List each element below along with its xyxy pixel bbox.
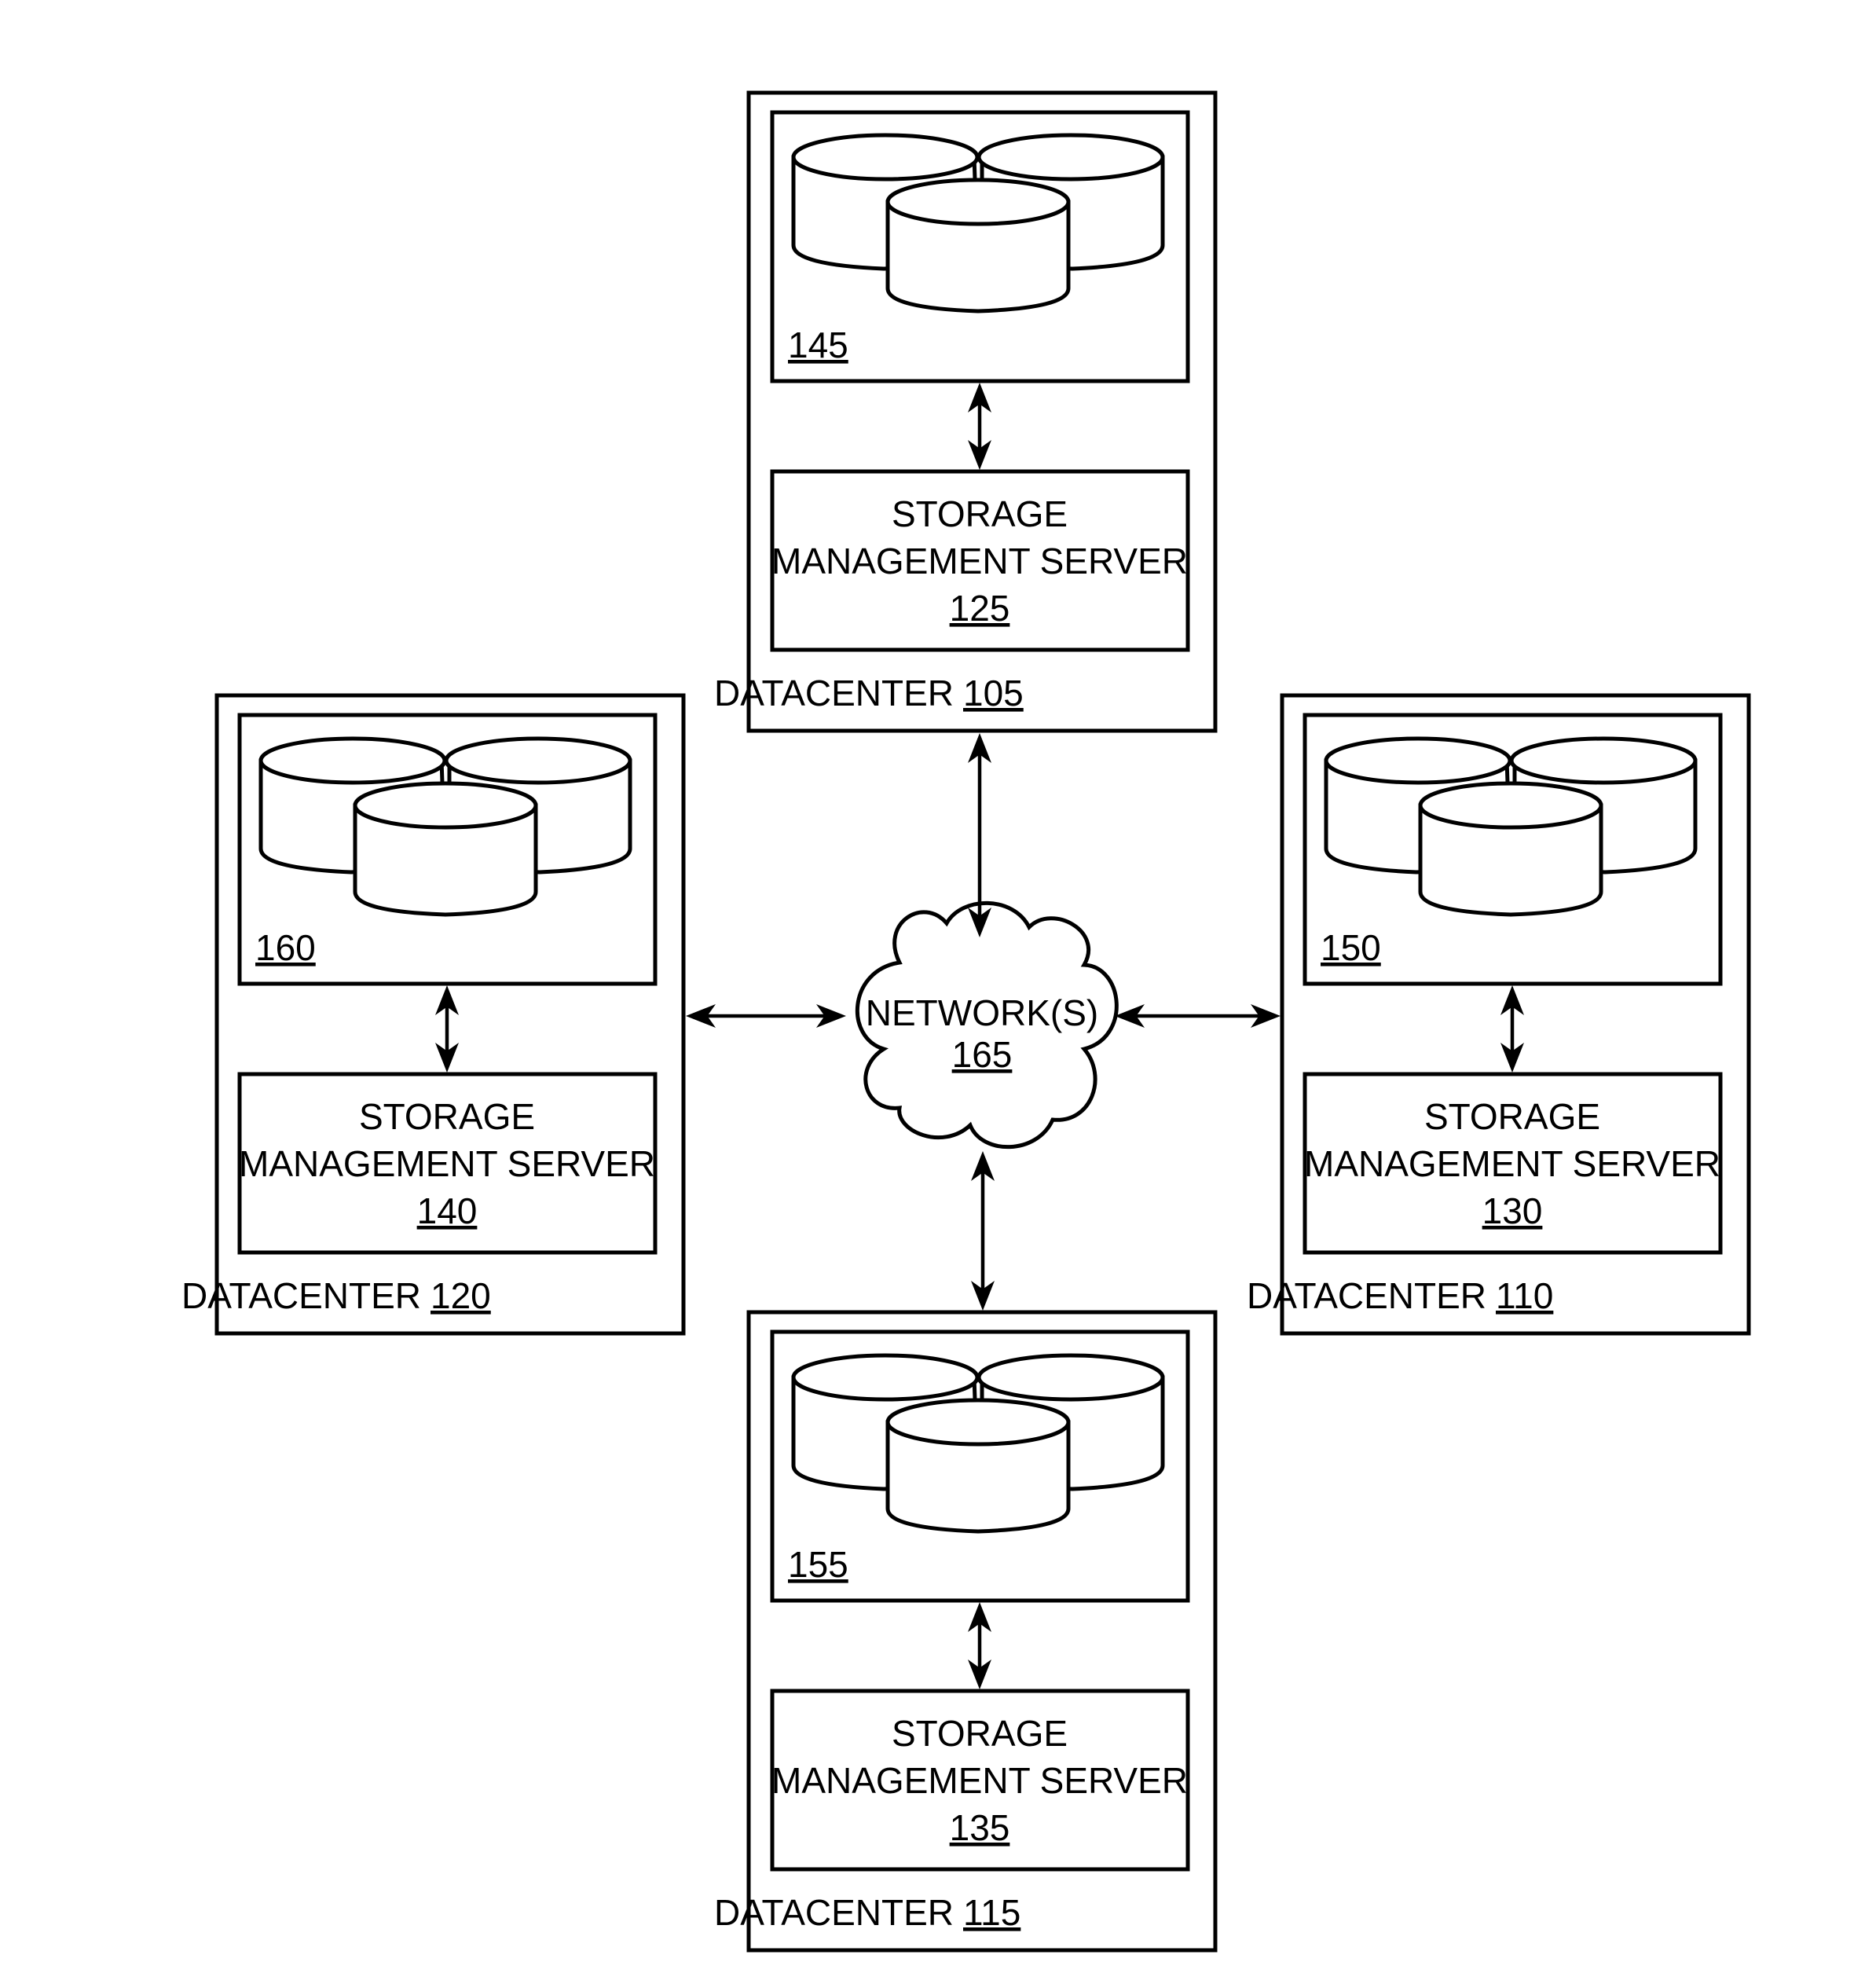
datacenter-105: 145 STORAGE MANAGEMENT SERVER 125 DATACE… bbox=[714, 90, 1218, 733]
datacenter-network-diagram: 145 STORAGE MANAGEMENT SERVER 125 DATACE… bbox=[181, 90, 1751, 1953]
server-label-line2: MANAGEMENT SERVER bbox=[1304, 1143, 1720, 1184]
server-label-line1: STORAGE bbox=[1424, 1096, 1600, 1137]
network-ref-label: 165 bbox=[952, 1034, 1013, 1075]
datacenter-ref-label: 120 bbox=[431, 1275, 491, 1316]
datacenter-110: 150 STORAGE MANAGEMENT SERVER 130 DATACE… bbox=[1247, 693, 1751, 1336]
datacenter-ref-label: 115 bbox=[963, 1892, 1020, 1933]
datacenter-label: DATACENTER bbox=[181, 1275, 421, 1316]
server-label-line2: MANAGEMENT SERVER bbox=[771, 1760, 1188, 1801]
server-label-line1: STORAGE bbox=[359, 1096, 535, 1137]
datacenter-label: DATACENTER bbox=[714, 673, 954, 713]
datacenter-ref-label: 105 bbox=[963, 673, 1024, 713]
server-label-line1: STORAGE bbox=[892, 1713, 1068, 1754]
server-ref-label: 140 bbox=[417, 1190, 478, 1231]
storage-ref-label: 160 bbox=[255, 927, 316, 968]
server-label-line1: STORAGE bbox=[892, 493, 1068, 534]
network-label: NETWORK(S) bbox=[866, 992, 1098, 1033]
datacenter-ref-label: 110 bbox=[1496, 1275, 1553, 1316]
arrow-dc120-network bbox=[686, 1004, 846, 1028]
server-ref-label: 125 bbox=[950, 588, 1010, 629]
storage-ref-label: 150 bbox=[1321, 927, 1381, 968]
datacenter-115: 155 STORAGE MANAGEMENT SERVER 135 DATACE… bbox=[714, 1310, 1218, 1953]
datacenter-label: DATACENTER bbox=[1247, 1275, 1486, 1316]
server-label-line2: MANAGEMENT SERVER bbox=[239, 1143, 655, 1184]
network-165: NETWORK(S) 165 bbox=[855, 900, 1119, 1150]
datacenter-label: DATACENTER bbox=[714, 1892, 954, 1933]
storage-ref-label: 155 bbox=[788, 1544, 848, 1585]
server-ref-label: 130 bbox=[1482, 1190, 1543, 1231]
server-label-line2: MANAGEMENT SERVER bbox=[771, 541, 1188, 581]
arrow-dc110-network bbox=[1115, 1004, 1281, 1028]
datacenter-120: 160 STORAGE MANAGEMENT SERVER 140 DATACE… bbox=[181, 693, 686, 1336]
storage-ref-label: 145 bbox=[788, 325, 848, 365]
server-ref-label: 135 bbox=[950, 1807, 1010, 1848]
arrow-dc115-network bbox=[971, 1151, 995, 1311]
